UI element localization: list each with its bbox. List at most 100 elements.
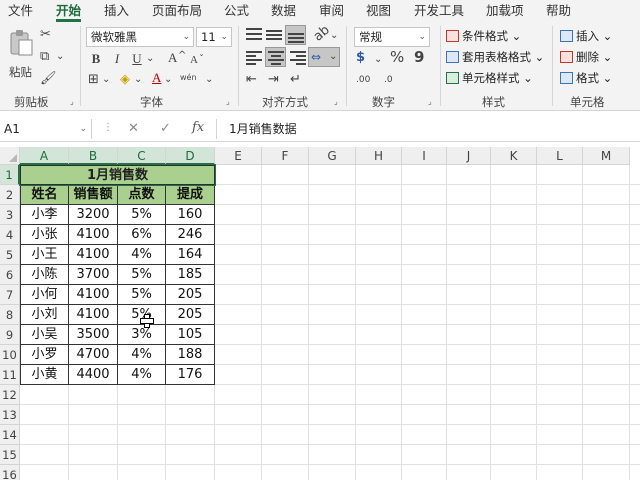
- row-header-14[interactable]: 14: [0, 425, 20, 445]
- phonetic-guide-button[interactable]: wén: [180, 70, 197, 86]
- table-cell[interactable]: 4%: [118, 345, 166, 365]
- select-all-button[interactable]: [0, 147, 20, 165]
- copy-icon[interactable]: ⧉: [40, 49, 49, 65]
- format-painter-icon[interactable]: 🖌: [40, 71, 57, 87]
- table-cell[interactable]: 小吴: [20, 325, 69, 345]
- format-cells-button[interactable]: 格式 ⌄: [560, 70, 612, 86]
- worksheet-grid[interactable]: ABCDEFGHIJKLM 1 2 3 4 5 6 7 8 9 10 11 12 13 14 15 16 姓名…: [0, 147, 640, 480]
- align-middle-icon[interactable]: [266, 28, 282, 42]
- cell-styles-button[interactable]: 单元格样式 ⌄: [446, 70, 533, 86]
- table-cell[interactable]: 4%: [118, 365, 166, 385]
- chevron-down-icon[interactable]: ⌄: [330, 28, 338, 44]
- row-header-11[interactable]: 11: [0, 365, 20, 385]
- clipboard-launcher-icon[interactable]: ⌟: [70, 97, 74, 106]
- table-cell[interactable]: 205: [166, 305, 215, 325]
- column-header-l[interactable]: L: [537, 147, 583, 165]
- tab-review[interactable]: 审阅: [319, 2, 344, 20]
- chevron-down-icon[interactable]: ⌄: [205, 72, 213, 88]
- align-right-icon[interactable]: [290, 51, 306, 65]
- table-cell[interactable]: 4%: [118, 245, 166, 265]
- table-header-cell[interactable]: 提成: [166, 185, 215, 205]
- paste-button[interactable]: 粘贴: [6, 28, 36, 84]
- column-header-d[interactable]: D: [166, 147, 215, 165]
- tab-developer[interactable]: 开发工具: [414, 2, 464, 20]
- align-top-icon[interactable]: [246, 28, 262, 42]
- font-launcher-icon[interactable]: ⌟: [226, 97, 230, 106]
- column-header-b[interactable]: B: [69, 147, 118, 165]
- column-header-j[interactable]: J: [447, 147, 491, 165]
- column-header-e[interactable]: E: [215, 147, 262, 165]
- comma-style-button[interactable]: 9: [414, 49, 424, 65]
- row-header-9[interactable]: 9: [0, 325, 20, 345]
- table-cell[interactable]: 4100: [69, 225, 118, 245]
- conditional-formatting-button[interactable]: 条件格式 ⌄: [446, 28, 521, 44]
- table-cell[interactable]: 5%: [118, 205, 166, 225]
- column-header-h[interactable]: H: [356, 147, 402, 165]
- table-cell[interactable]: 小罗: [20, 345, 69, 365]
- merge-center-button[interactable]: ⇔ ⌄: [308, 47, 340, 67]
- table-header-cell[interactable]: 点数: [118, 185, 166, 205]
- table-cell[interactable]: 4100: [69, 285, 118, 305]
- font-shrink-button[interactable]: A: [190, 52, 198, 68]
- table-cell[interactable]: 小陈: [20, 265, 69, 285]
- insert-cells-button[interactable]: 插入 ⌄: [560, 28, 612, 44]
- table-cell[interactable]: 5%: [118, 265, 166, 285]
- cut-icon[interactable]: ✂: [40, 27, 51, 43]
- underline-button[interactable]: U: [130, 51, 144, 67]
- align-bottom-button[interactable]: [285, 25, 306, 45]
- bold-button[interactable]: B: [88, 51, 104, 67]
- tab-help[interactable]: 帮助: [546, 2, 571, 20]
- chevron-down-icon[interactable]: ⌄: [134, 72, 142, 88]
- column-header-k[interactable]: K: [491, 147, 537, 165]
- increase-decimal-button[interactable]: .00: [356, 72, 370, 88]
- italic-button[interactable]: I: [110, 51, 124, 67]
- font-size-select[interactable]: 11 ⌄: [196, 27, 232, 47]
- row-header-8[interactable]: 8: [0, 305, 20, 325]
- chevron-down-icon[interactable]: ⌄: [374, 52, 382, 68]
- table-cell[interactable]: 188: [166, 345, 215, 365]
- merged-title-cell[interactable]: 1月销售数: [19, 164, 216, 186]
- row-header-10[interactable]: 10: [0, 345, 20, 365]
- chevron-down-icon[interactable]: ⌄: [164, 72, 172, 88]
- table-cell[interactable]: 小李: [20, 205, 69, 225]
- row-header-1[interactable]: 1: [0, 165, 20, 185]
- decrease-decimal-button[interactable]: .0: [384, 72, 393, 88]
- column-header-a[interactable]: A: [20, 147, 69, 165]
- tab-formulas[interactable]: 公式: [224, 2, 249, 20]
- row-header-15[interactable]: 15: [0, 445, 20, 465]
- row-header-16[interactable]: 16: [0, 465, 20, 480]
- tab-page-layout[interactable]: 页面布局: [152, 2, 202, 20]
- table-cell[interactable]: 3700: [69, 265, 118, 285]
- table-cell[interactable]: 小何: [20, 285, 69, 305]
- table-cell[interactable]: 6%: [118, 225, 166, 245]
- chevron-down-icon[interactable]: ⌄: [146, 51, 154, 67]
- table-cell[interactable]: 4700: [69, 345, 118, 365]
- wrap-text-icon[interactable]: ↵: [290, 72, 301, 88]
- align-center-button[interactable]: [265, 47, 286, 67]
- name-box[interactable]: A1 ⌄: [0, 119, 92, 139]
- currency-button[interactable]: $: [356, 50, 365, 66]
- column-header-g[interactable]: G: [309, 147, 356, 165]
- tab-home[interactable]: 开始: [56, 2, 82, 22]
- insert-function-button[interactable]: fx: [192, 120, 204, 135]
- row-header-7[interactable]: 7: [0, 285, 20, 305]
- row-header-2[interactable]: 2: [0, 185, 20, 205]
- decrease-indent-icon[interactable]: ⇤: [246, 72, 257, 88]
- table-header-cell[interactable]: 销售额: [69, 185, 118, 205]
- table-cell[interactable]: 246: [166, 225, 215, 245]
- borders-icon[interactable]: ⊞: [88, 72, 99, 88]
- table-cell[interactable]: 3%: [118, 325, 166, 345]
- enter-icon[interactable]: ✓: [160, 121, 171, 136]
- column-header-m[interactable]: M: [583, 147, 630, 165]
- increase-indent-icon[interactable]: ⇥: [268, 72, 279, 88]
- table-cell[interactable]: 4100: [69, 305, 118, 325]
- font-color-button[interactable]: A: [152, 70, 161, 86]
- table-cell[interactable]: 176: [166, 365, 215, 385]
- delete-cells-button[interactable]: 删除 ⌄: [560, 49, 612, 65]
- row-header-3[interactable]: 3: [0, 205, 20, 225]
- cancel-icon[interactable]: ✕: [128, 121, 139, 136]
- table-cell[interactable]: 小王: [20, 245, 69, 265]
- number-launcher-icon[interactable]: ⌟: [428, 97, 432, 106]
- column-header-c[interactable]: C: [118, 147, 166, 165]
- table-cell[interactable]: 3200: [69, 205, 118, 225]
